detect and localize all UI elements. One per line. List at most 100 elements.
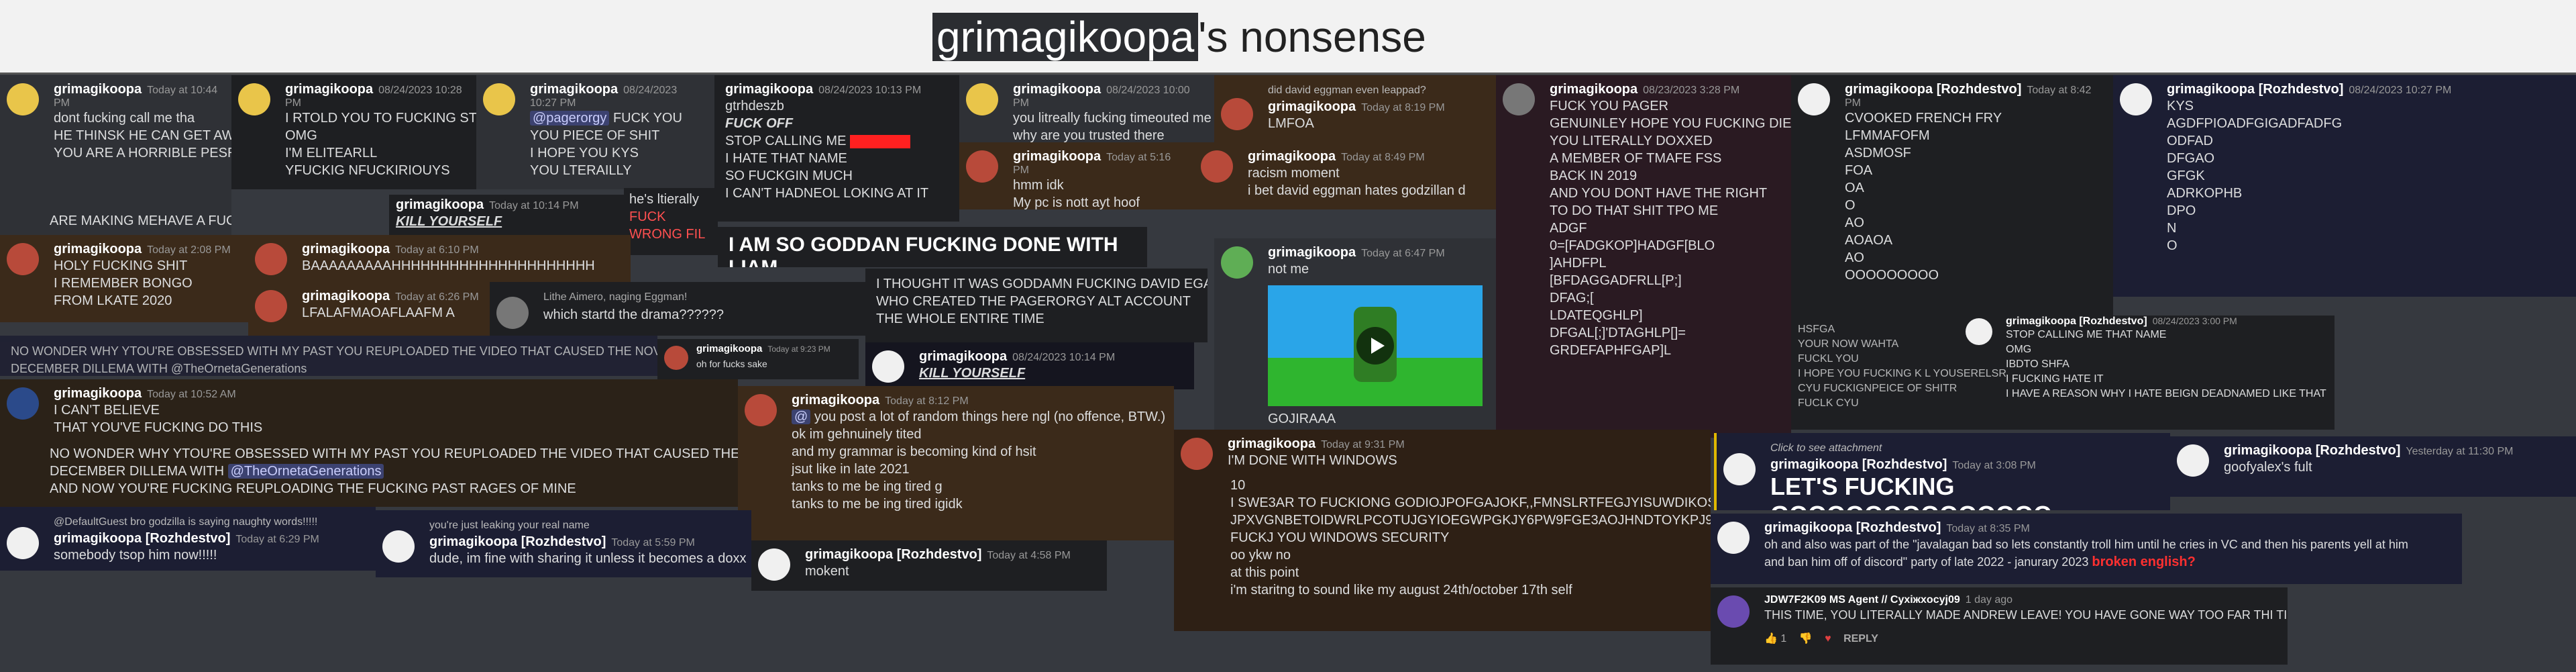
username[interactable]: grimagikoopa: [54, 386, 142, 401]
avatar: [7, 387, 39, 420]
username[interactable]: grimagikoopa: [1013, 149, 1101, 164]
username[interactable]: grimagikoopa [Rozhdestvo]: [1770, 457, 1947, 472]
message-line: and my grammar is becoming kind of hsit: [792, 444, 1036, 459]
username[interactable]: JDW7F2K09 MS Agent // Cyxiжxocyj09: [1764, 594, 1960, 606]
avatar: [1717, 522, 1750, 554]
username[interactable]: grimagikoopa [Rozhdestvo]: [1845, 82, 2021, 97]
message-m26: Click to see attachment grimagikoopa [Ro…: [1714, 433, 2170, 510]
username[interactable]: grimagikoopa: [1268, 245, 1356, 260]
message-line: not me: [1268, 262, 1309, 277]
reply-button[interactable]: REPLY: [1843, 633, 1878, 644]
username[interactable]: grimagikoopa: [919, 349, 1007, 364]
message-m20: grimagikoopa Today at 10:52 AM I CAN'T BE…: [0, 379, 738, 507]
heart-icon[interactable]: ♥: [1825, 633, 1831, 644]
message-m11: grimagikoopa [Rozhdestvo] 08/24/2023 10:2…: [2113, 75, 2576, 297]
username[interactable]: grimagikoopa: [302, 289, 390, 303]
message-line: JPXVGNBETOIDWRLPCOTUJGYIOEGWPGKJY6PW9FGE…: [1230, 513, 1711, 528]
message-m24: you're just leaking your real name grima…: [376, 510, 751, 577]
message-line: LFALAFMAOAFLAAFM A: [302, 305, 455, 320]
message-line: THE WHOLE ENTIRE TIME: [876, 311, 1044, 326]
play-icon[interactable]: [1356, 327, 1394, 365]
avatar: [1201, 150, 1233, 183]
user-mention[interactable]: @pagerorgy: [530, 111, 610, 126]
username[interactable]: grimagikoopa: [792, 393, 879, 407]
message-line: CYU FUCKIGNPEICE OF SHITR: [1798, 383, 1957, 394]
username[interactable]: grimagikoopa: [285, 82, 373, 97]
message-line: I HAVE A REASON WHY I HATE BEIGN DEADNAM…: [2006, 388, 2326, 399]
title-suffix: 's nonsense: [1198, 13, 1426, 61]
timestamp: Yesterday at 11:30 PM: [2406, 446, 2514, 457]
video-embed[interactable]: [1268, 285, 1483, 406]
message-line: he's ltierally: [629, 192, 699, 207]
username[interactable]: grimagikoopa: [54, 242, 142, 256]
message-m23: @DefaultGuest bro godzilla is saying nau…: [0, 507, 376, 571]
message-line: oh for fucks sake: [696, 358, 767, 369]
message-line: AND YOU DONT HAVE THE RIGHT: [1550, 186, 1768, 201]
username[interactable]: grimagikoopa [Rozhdestvo]: [54, 531, 230, 546]
big-message: LET'S FUCKING GOOOOOOOOOOOOOO: [1770, 473, 2052, 510]
username[interactable]: grimagikoopa [Rozhdestvo]: [805, 547, 981, 562]
message-line: BACK IN 2019: [1550, 169, 1638, 183]
reply-preview[interactable]: did david eggman even leappad?: [1268, 82, 1485, 99]
username[interactable]: grimagikoopa: [1550, 82, 1638, 97]
timestamp: 08/24/2023 10:27 PM: [2349, 85, 2452, 96]
avatar: [1966, 318, 1992, 345]
avatar: [255, 243, 287, 275]
avatar: [1221, 246, 1253, 279]
message-line: i bet david eggman hates godzillan d: [1248, 183, 1466, 198]
reply-preview[interactable]: Click to see attachment: [1770, 440, 2159, 457]
message-line: LFMMAFOFM: [1845, 128, 1930, 143]
timestamp: Today at 5:59 PM: [611, 537, 695, 548]
message-m14: grimagikoopa Today at 6:10 PM BAAAAAAAAAH…: [248, 235, 631, 282]
message-line: I SWE3AR TO FUCKIONG GODIOJPOFGAJOKF,,FM…: [1230, 495, 1711, 510]
message-line: IBDTO SHFA: [2006, 358, 2070, 370]
message-line: I CAN'T HADNEOL LOKING AT IT: [725, 186, 929, 201]
message-line: O: [1845, 198, 1856, 213]
timestamp: Today at 6:26 PM: [395, 291, 479, 303]
timestamp: Today at 9:23 PM: [767, 344, 830, 354]
username[interactable]: grimagikoopa [Rozhdestvo]: [2167, 82, 2343, 97]
timestamp: 08/24/2023 3:00 PM: [2152, 316, 2237, 326]
message-m30: HSFGA YOUR NOW WAHTA FUCKL YOU I HOPE YO…: [1791, 316, 2334, 430]
avatar: [1181, 438, 1213, 470]
username[interactable]: grimagikoopa: [725, 82, 813, 97]
message-line: I REMEMBER BONGO: [54, 276, 193, 291]
message-line: AO: [1845, 250, 1864, 265]
timestamp: Today at 9:31 PM: [1321, 439, 1405, 450]
message-line: OMG: [2006, 344, 2032, 355]
message-line: tanks to me be ing tired g: [792, 479, 943, 494]
avatar: [2120, 83, 2152, 115]
username[interactable]: grimagikoopa: [1228, 436, 1316, 451]
message-line: DECEMBER DILLEMA WITH: [50, 464, 225, 479]
message-line: racism moment: [1248, 166, 1340, 181]
username[interactable]: grimagikoopa [Rozhdestvo]: [2006, 316, 2147, 327]
username[interactable]: grimagikoopa [Rozhdestvo]: [429, 534, 606, 549]
message-line: My pc is nott ayt hoof: [1013, 195, 1140, 209]
user-mention[interactable]: @: [792, 410, 811, 424]
user-mention[interactable]: @TheOrnetaGenerations: [227, 464, 384, 479]
thumbs-down-icon[interactable]: 👎: [1799, 633, 1813, 644]
message-line: ADGF: [1550, 221, 1587, 236]
reply-preview[interactable]: Lithe Aimero, naging Eggman!: [543, 289, 855, 306]
username[interactable]: grimagikoopa: [1248, 149, 1336, 164]
thumbs-up-icon[interactable]: 👍: [1764, 633, 1778, 644]
message-m18: grimagikoopa 08/24/2023 10:14 PM KILL YOU…: [865, 342, 1194, 389]
message-line: YOU PIECE OF SHIT: [530, 128, 660, 143]
username[interactable]: grimagikoopa: [696, 343, 762, 354]
username[interactable]: grimagikoopa: [54, 82, 142, 97]
username[interactable]: grimagikoopa: [1013, 82, 1101, 97]
message-m22: grimagikoopa Today at 9:31 PM I'M DONE WI…: [1174, 430, 1711, 631]
reply-preview[interactable]: @DefaultGuest bro godzilla is saying nau…: [54, 514, 365, 531]
reply-preview[interactable]: you're just leaking your real name: [429, 517, 741, 534]
username[interactable]: grimagikoopa: [302, 242, 390, 256]
username[interactable]: grimagikoopa: [396, 197, 484, 212]
avatar: [382, 530, 415, 563]
message-line: YOU LTERAILLY: [530, 163, 632, 178]
timestamp: 08/24/2023 10:14 PM: [1012, 352, 1116, 363]
username[interactable]: grimagikoopa [Rozhdestvo]: [1764, 520, 1941, 535]
message-m19: grimagikoopa Today at 6:47 PM not me GOJI…: [1214, 238, 1496, 430]
username[interactable]: grimagikoopa: [1268, 99, 1356, 114]
username[interactable]: grimagikoopa: [530, 82, 618, 97]
username[interactable]: grimagikoopa [Rozhdestvo]: [2224, 443, 2400, 458]
message-line: LDATEQGHLP]: [1550, 308, 1643, 323]
